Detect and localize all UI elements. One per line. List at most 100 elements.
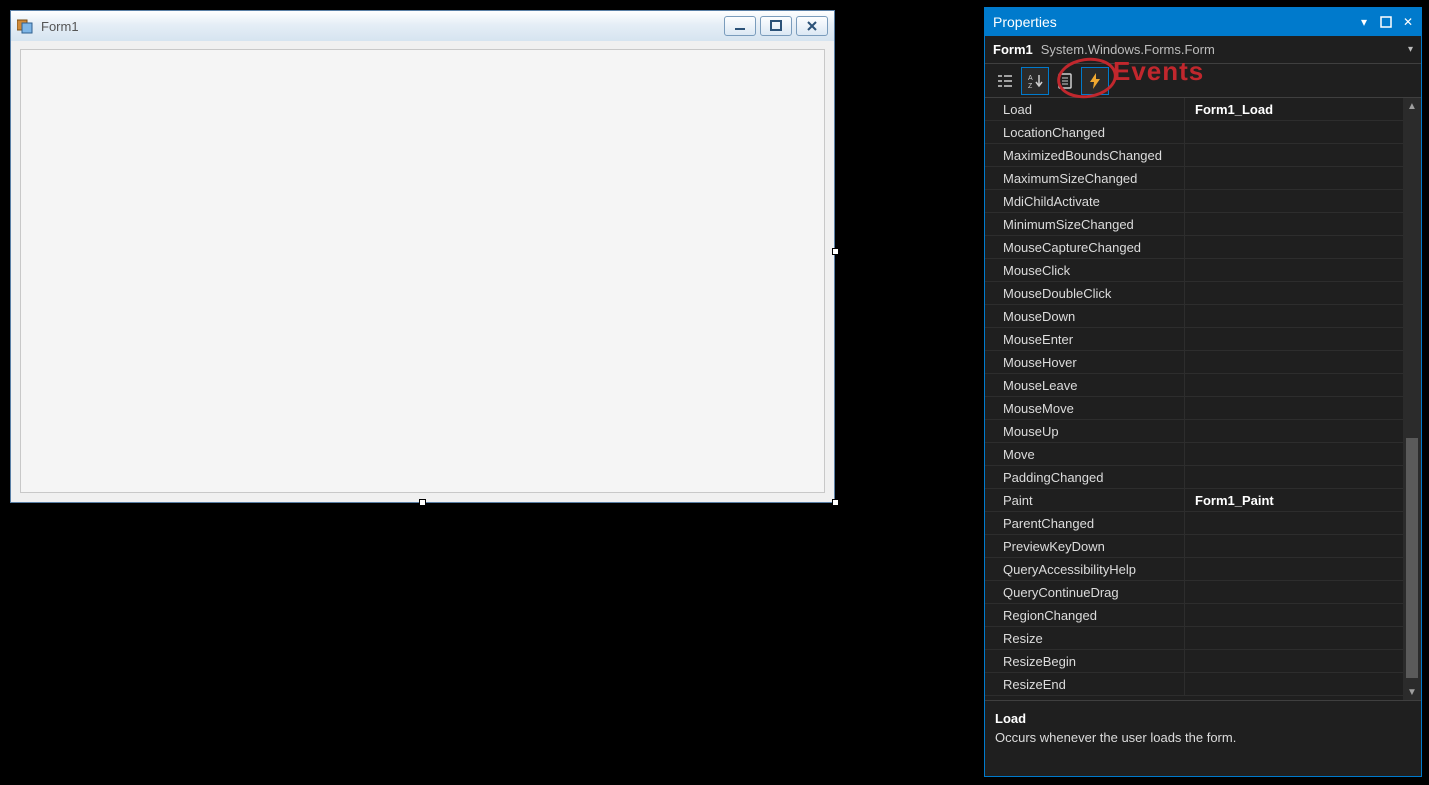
- event-value[interactable]: [1185, 190, 1403, 212]
- event-row[interactable]: MinimumSizeChanged: [985, 213, 1403, 236]
- event-row[interactable]: MouseLeave: [985, 374, 1403, 397]
- object-name: Form1: [993, 42, 1033, 57]
- event-row[interactable]: Resize: [985, 627, 1403, 650]
- description-pane: Load Occurs whenever the user loads the …: [985, 700, 1421, 776]
- event-value[interactable]: [1185, 374, 1403, 396]
- close-button[interactable]: [796, 16, 828, 36]
- minimize-icon: [733, 19, 747, 33]
- event-name: MouseCaptureChanged: [985, 236, 1185, 258]
- event-value[interactable]: [1185, 236, 1403, 258]
- event-name: ParentChanged: [985, 512, 1185, 534]
- properties-panel: Properties ▾ ✕ Form1 System.Windows.Form…: [984, 7, 1422, 777]
- event-name: ResizeEnd: [985, 673, 1185, 695]
- event-row[interactable]: ResizeEnd: [985, 673, 1403, 696]
- event-name: MaximizedBoundsChanged: [985, 144, 1185, 166]
- event-value[interactable]: [1185, 328, 1403, 350]
- panel-menu-icon[interactable]: ▾: [1355, 13, 1373, 31]
- maximize-button[interactable]: [760, 16, 792, 36]
- event-row[interactable]: MouseDown: [985, 305, 1403, 328]
- object-selector[interactable]: Form1 System.Windows.Forms.Form ▾: [985, 36, 1421, 64]
- resize-handle-right[interactable]: [832, 248, 839, 255]
- event-row[interactable]: MouseCaptureChanged: [985, 236, 1403, 259]
- scroll-thumb[interactable]: [1406, 438, 1418, 678]
- form-title: Form1: [41, 19, 720, 34]
- form-titlebar[interactable]: Form1: [11, 11, 834, 41]
- event-value[interactable]: [1185, 558, 1403, 580]
- form-client-area[interactable]: [20, 49, 825, 493]
- event-value[interactable]: Form1_Paint: [1185, 489, 1403, 511]
- event-name: QueryAccessibilityHelp: [985, 558, 1185, 580]
- svg-text:Z: Z: [1028, 83, 1033, 90]
- event-name: MouseDown: [985, 305, 1185, 327]
- event-row[interactable]: ParentChanged: [985, 512, 1403, 535]
- event-value[interactable]: [1185, 604, 1403, 626]
- event-row[interactable]: QueryAccessibilityHelp: [985, 558, 1403, 581]
- event-value[interactable]: [1185, 397, 1403, 419]
- properties-panel-title[interactable]: Properties ▾ ✕: [985, 8, 1421, 36]
- event-value[interactable]: [1185, 144, 1403, 166]
- resize-handle-corner[interactable]: [832, 499, 839, 506]
- event-name: MouseHover: [985, 351, 1185, 373]
- event-row[interactable]: PreviewKeyDown: [985, 535, 1403, 558]
- svg-text:A: A: [1028, 75, 1033, 82]
- event-value[interactable]: Form1_Load: [1185, 98, 1403, 120]
- event-value[interactable]: [1185, 259, 1403, 281]
- event-row[interactable]: MouseEnter: [985, 328, 1403, 351]
- event-row[interactable]: PaintForm1_Paint: [985, 489, 1403, 512]
- event-value[interactable]: [1185, 581, 1403, 603]
- event-value[interactable]: [1185, 282, 1403, 304]
- event-row[interactable]: LoadForm1_Load: [985, 98, 1403, 121]
- event-row[interactable]: MaximumSizeChanged: [985, 167, 1403, 190]
- event-name: LocationChanged: [985, 121, 1185, 143]
- event-row[interactable]: LocationChanged: [985, 121, 1403, 144]
- event-value[interactable]: [1185, 420, 1403, 442]
- panel-close-icon[interactable]: ✕: [1399, 13, 1417, 31]
- event-value[interactable]: [1185, 627, 1403, 649]
- event-value[interactable]: [1185, 673, 1403, 695]
- minimize-button[interactable]: [724, 16, 756, 36]
- event-row[interactable]: MaximizedBoundsChanged: [985, 144, 1403, 167]
- events-grid: LoadForm1_LoadLocationChangedMaximizedBo…: [985, 98, 1421, 700]
- event-value[interactable]: [1185, 351, 1403, 373]
- alphabetical-button[interactable]: AZ: [1021, 67, 1049, 95]
- description-text: Occurs whenever the user loads the form.: [995, 730, 1411, 745]
- form-app-icon: [17, 18, 33, 34]
- scroll-down-icon[interactable]: ▼: [1403, 684, 1421, 700]
- event-value[interactable]: [1185, 535, 1403, 557]
- event-row[interactable]: ResizeBegin: [985, 650, 1403, 673]
- panel-maximize-icon[interactable]: [1377, 13, 1395, 31]
- event-value[interactable]: [1185, 443, 1403, 465]
- event-row[interactable]: MouseUp: [985, 420, 1403, 443]
- resize-handle-bottom[interactable]: [419, 499, 426, 506]
- panel-title-label: Properties: [993, 14, 1351, 30]
- event-value[interactable]: [1185, 512, 1403, 534]
- object-dropdown-icon[interactable]: ▾: [1408, 44, 1413, 55]
- grid-scrollbar[interactable]: ▲ ▼: [1403, 98, 1421, 700]
- event-name: PaddingChanged: [985, 466, 1185, 488]
- event-row[interactable]: MouseDoubleClick: [985, 282, 1403, 305]
- event-value[interactable]: [1185, 650, 1403, 672]
- event-value[interactable]: [1185, 305, 1403, 327]
- event-value[interactable]: [1185, 213, 1403, 235]
- event-name: MouseMove: [985, 397, 1185, 419]
- designer-form[interactable]: Form1: [10, 10, 835, 503]
- event-name: MinimumSizeChanged: [985, 213, 1185, 235]
- event-row[interactable]: PaddingChanged: [985, 466, 1403, 489]
- event-row[interactable]: MouseClick: [985, 259, 1403, 282]
- events-button[interactable]: [1081, 67, 1109, 95]
- event-row[interactable]: QueryContinueDrag: [985, 581, 1403, 604]
- event-name: PreviewKeyDown: [985, 535, 1185, 557]
- event-value[interactable]: [1185, 121, 1403, 143]
- event-row[interactable]: MouseMove: [985, 397, 1403, 420]
- event-name: QueryContinueDrag: [985, 581, 1185, 603]
- event-row[interactable]: MdiChildActivate: [985, 190, 1403, 213]
- event-value[interactable]: [1185, 167, 1403, 189]
- categorized-button[interactable]: [991, 67, 1019, 95]
- event-name: MouseLeave: [985, 374, 1185, 396]
- properties-button[interactable]: [1051, 67, 1079, 95]
- scroll-up-icon[interactable]: ▲: [1403, 98, 1421, 114]
- event-value[interactable]: [1185, 466, 1403, 488]
- event-row[interactable]: Move: [985, 443, 1403, 466]
- event-row[interactable]: MouseHover: [985, 351, 1403, 374]
- event-row[interactable]: RegionChanged: [985, 604, 1403, 627]
